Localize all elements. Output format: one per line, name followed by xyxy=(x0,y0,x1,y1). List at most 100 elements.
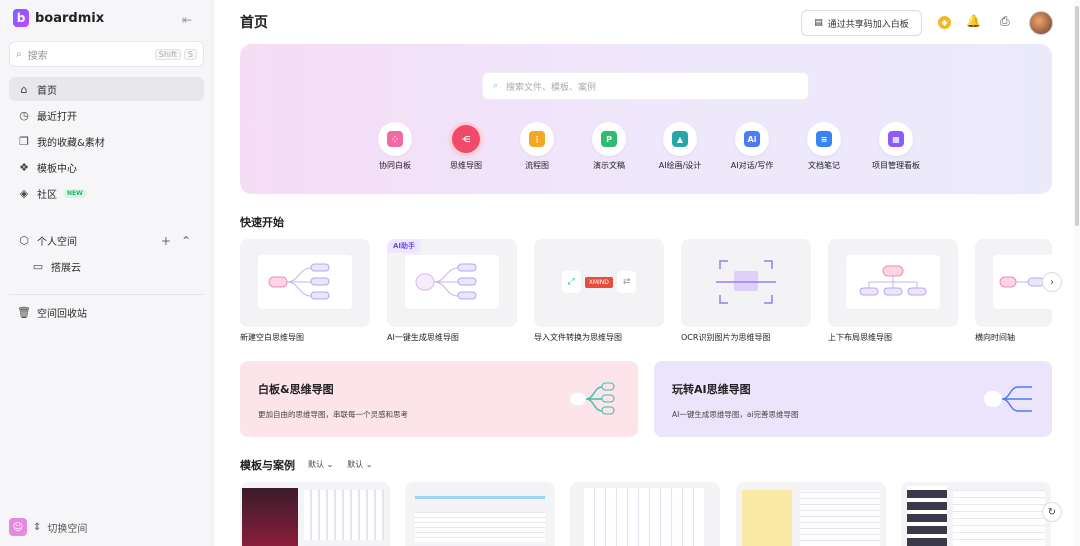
flowchart-icon: ⋮ xyxy=(529,131,545,147)
tool-label: 协同白板 xyxy=(379,161,411,170)
promo-title: 白板&思维导图 xyxy=(258,383,334,396)
folder-icon: ▭ xyxy=(32,259,44,273)
filter-dropdown[interactable]: 默认 ⌄ xyxy=(347,459,372,470)
vertical-layout-preview xyxy=(846,255,940,309)
tool-presentation[interactable]: P 演示文稿 xyxy=(573,122,645,171)
promo-title: 玩转AI思维导图 xyxy=(672,383,751,396)
template-card[interactable] xyxy=(240,482,390,546)
hero-search-input[interactable]: ⌕ 搜索文件、模板、案例 xyxy=(482,72,809,100)
tool-flowchart[interactable]: ⋮ 流程图 xyxy=(501,122,573,171)
template-card[interactable] xyxy=(901,482,1051,546)
sidebar-item-community[interactable]: ◈ 社区 NEW xyxy=(9,181,204,205)
quick-card-blank-mindmap[interactable] xyxy=(240,239,370,327)
ai-chat-icon: Ai xyxy=(744,131,760,147)
add-icon[interactable]: + xyxy=(161,234,181,248)
bell-icon[interactable]: 🔔 xyxy=(966,14,981,28)
shortcut-key-s: S xyxy=(183,48,197,60)
hero-search-placeholder: 搜索文件、模板、案例 xyxy=(506,82,597,93)
whiteboard-icon: ⁘ xyxy=(387,131,403,147)
collapse-sidebar-icon[interactable]: ⇤ xyxy=(182,13,192,27)
search-icon: ⌕ xyxy=(493,81,499,91)
page-title: 首页 xyxy=(240,15,268,31)
sidebar-divider xyxy=(9,294,204,295)
tool-label: 思维导图 xyxy=(450,161,482,170)
quick-card-timeline[interactable] xyxy=(975,239,1052,327)
quick-card-label: 横向时间轴 xyxy=(975,333,1015,342)
sidebar-item-templates[interactable]: ❖ 模板中心 xyxy=(9,155,204,179)
ai-paint-icon: ▲ xyxy=(672,131,688,147)
boardmix-logo-icon: b xyxy=(13,9,29,27)
space-actions: +⌃ xyxy=(161,234,201,248)
search-icon: ⌕ xyxy=(16,48,22,60)
xmind-tag: XMIND xyxy=(584,276,613,288)
sidebar-item-home[interactable]: ⌂ 首页 xyxy=(9,77,204,101)
sidebar-item-label: 模板中心 xyxy=(37,163,77,175)
ocr-preview xyxy=(699,255,793,309)
presentation-icon: P xyxy=(601,131,617,147)
clock-icon: ◷ xyxy=(19,108,29,122)
quick-card-vertical-layout[interactable] xyxy=(828,239,958,327)
refresh-icon[interactable]: ↻ xyxy=(1042,502,1062,522)
template-card[interactable] xyxy=(570,482,720,546)
shortcut-key-shift: Shift xyxy=(154,48,181,60)
sidebar-item-recent[interactable]: ◷ 最近打开 xyxy=(9,103,204,127)
swap-icon: ⇕ xyxy=(33,521,42,533)
chevron-up-icon[interactable]: ⌃ xyxy=(181,234,201,248)
sidebar-search[interactable]: ⌕ 搜索 Shift S xyxy=(9,41,204,67)
coin-icon[interactable]: ◆ xyxy=(938,16,951,29)
tool-doc-notes[interactable]: ≡ 文档笔记 xyxy=(788,122,860,171)
file-icon: ▤ xyxy=(814,18,823,28)
space-avatar: ☺ xyxy=(9,518,27,536)
import-preview: ⤢ XMIND ⇄ xyxy=(552,255,646,309)
template-card[interactable] xyxy=(405,482,555,546)
join-by-code-button[interactable]: ▤ 通过共享码加入白板 xyxy=(801,10,922,36)
quick-card-import-file[interactable]: ⤢ XMIND ⇄ xyxy=(534,239,664,327)
tool-whiteboard[interactable]: ⁘ 协同白板 xyxy=(359,122,431,171)
promo-whiteboard-mindmap[interactable]: 白板&思维导图 更加自由的思维导图，串联每一个灵感和思考 xyxy=(240,361,638,437)
tool-label: 流程图 xyxy=(525,161,549,170)
filter-dropdown[interactable]: 默认 ⌄ xyxy=(308,459,333,470)
tool-label: 文档笔记 xyxy=(808,161,840,170)
tool-mindmap[interactable]: ⋲ 思维导图 xyxy=(430,122,502,171)
search-placeholder: 搜索 xyxy=(27,50,48,62)
mindmap-illustration xyxy=(570,382,615,415)
inbox-icon[interactable]: ⎙ xyxy=(1000,14,1010,29)
sidebar-item-label: 搭展云 xyxy=(51,262,81,274)
quick-card-label: 新建空白思维导图 xyxy=(240,333,304,342)
promo-desc: 更加自由的思维导图，串联每一个灵感和思考 xyxy=(258,410,408,419)
tool-ai-chat[interactable]: Ai AI对话/写作 xyxy=(716,122,788,171)
cube-icon: ⬡ xyxy=(19,233,29,247)
tool-label: AI对话/写作 xyxy=(730,161,774,170)
brand-logo[interactable]: b boardmix xyxy=(13,9,104,27)
sidebar-item-trash[interactable]: 🗑 空间回收站 xyxy=(9,300,204,324)
tool-label: 项目管理看板 xyxy=(872,161,920,170)
sidebar-item-label: 个人空间 xyxy=(37,236,77,248)
promo-ai-mindmap[interactable]: 玩转AI思维导图 AI一键生成思维导图，ai完善思维导图 xyxy=(654,361,1052,437)
template-card[interactable] xyxy=(736,482,886,546)
user-avatar[interactable] xyxy=(1029,11,1053,35)
chevron-right-icon[interactable]: › xyxy=(1042,272,1062,292)
tool-kanban[interactable]: ▦ 项目管理看板 xyxy=(860,122,932,171)
collection-icon: ❐ xyxy=(19,134,29,148)
ai-mindmap-illustration xyxy=(984,386,1032,412)
sidebar-item-label: 空间回收站 xyxy=(37,308,87,320)
quick-card-ai-mindmap[interactable]: AI助手 xyxy=(387,239,517,327)
quick-card-ocr[interactable] xyxy=(681,239,811,327)
switch-space-button[interactable]: ☺ ⇕ 切换空间 xyxy=(9,518,87,536)
trash-icon: 🗑 xyxy=(17,305,31,319)
kanban-icon: ▦ xyxy=(888,131,904,147)
sidebar-item-label: 最近打开 xyxy=(37,111,77,123)
compass-icon: ◈ xyxy=(19,186,29,200)
tool-label: 演示文稿 xyxy=(593,161,625,170)
ai-mindmap-preview xyxy=(405,255,499,309)
mindmap-preview xyxy=(258,255,352,309)
sidebar-item-label: 我的收藏&素材 xyxy=(37,137,105,149)
promo-desc: AI一键生成思维导图，ai完善思维导图 xyxy=(672,410,799,419)
main-content: 首页 ▤ 通过共享码加入白板 ◆ 🔔 ⎙ ⌕ 搜索文件、模板、案例 ⁘ 协同白板 … xyxy=(214,0,1080,546)
page-scrollbar[interactable] xyxy=(1074,0,1080,546)
sidebar-item-folder[interactable]: ▭ 搭展云 xyxy=(9,254,204,278)
templates-title: 模板与案例 xyxy=(240,459,295,472)
brand-name: boardmix xyxy=(35,10,105,26)
tool-ai-design[interactable]: ▲ AI绘画/设计 xyxy=(644,122,716,171)
sidebar-item-favorites[interactable]: ❐ 我的收藏&素材 xyxy=(9,129,204,153)
